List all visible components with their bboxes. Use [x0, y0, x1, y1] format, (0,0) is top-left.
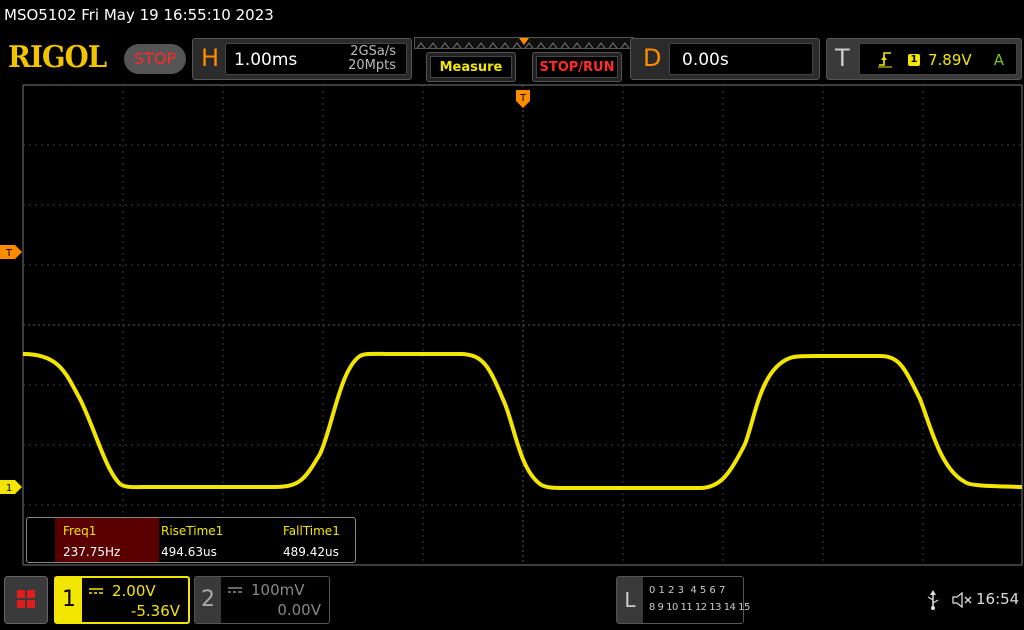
horizontal-letter: H: [201, 44, 220, 72]
measurement-value: 494.63us: [161, 545, 217, 559]
trigger-top-label: T: [519, 93, 527, 104]
measurement-value: 489.42us: [283, 545, 339, 559]
rigol-logo: RIGOL: [8, 40, 107, 75]
stop-run-button-label: STOP/RUN: [536, 56, 618, 78]
measurement-rise-time[interactable]: RiseTime1 494.63us: [153, 518, 273, 562]
horizontal-readout: 1.00ms 2GSa/s 20Mpts: [225, 43, 407, 75]
trigger-level-marker[interactable]: T: [0, 245, 22, 259]
dc-coupling-icon: [89, 588, 103, 594]
channel-1-panel[interactable]: 1 2.00V -5.36V: [54, 576, 190, 624]
timebase-value: 1.00ms: [234, 50, 298, 70]
usb-icon: [927, 590, 939, 610]
trigger-level: 7.89V: [928, 51, 972, 69]
delay-readout: 0.00s: [669, 43, 813, 75]
logic-channels-row-1: 0 1 2 3 4 5 6 7: [649, 585, 726, 596]
delay-panel[interactable]: D 0.00s: [630, 38, 820, 80]
trigger-readout: 1 7.89V A: [859, 43, 1017, 75]
trigger-position-top-marker: T: [516, 90, 530, 108]
trigger-letter: T: [835, 44, 850, 72]
channel-1-scale: 2.00V: [112, 582, 156, 600]
channel-2-number: 2: [195, 577, 221, 623]
measurement-freq[interactable]: Freq1 237.75Hz: [55, 518, 159, 562]
trigger-level-label: T: [5, 248, 13, 259]
measure-button-label: Measure: [430, 56, 512, 78]
measurement-name: FallTime1: [283, 524, 340, 538]
memory-position-strip: [414, 37, 634, 49]
dc-coupling-icon: [228, 587, 242, 593]
delay-value: 0.00s: [682, 50, 729, 70]
graticule-grid: [22, 84, 1023, 566]
channel-2-scale: 100mV: [251, 581, 305, 599]
ch1-ref-label: 1: [6, 483, 12, 494]
measurement-value: 237.75Hz: [63, 545, 121, 559]
channel-1-number: 1: [56, 578, 82, 622]
channel-1-offset: -5.36V: [130, 602, 180, 620]
measurement-name: RiseTime1: [161, 524, 224, 538]
waveform-display[interactable]: [0, 84, 1024, 568]
measurement-name: Freq1: [63, 524, 97, 538]
delay-letter: D: [643, 44, 662, 72]
logic-analyzer-panel[interactable]: L 0 1 2 3 4 5 6 7 8 9 10 11 12 13 14 15: [616, 576, 750, 624]
stop-run-button[interactable]: STOP/RUN: [532, 52, 622, 82]
acquisition-info: 2GSa/s 20Mpts: [348, 45, 396, 73]
horizontal-timebase-panel[interactable]: H 1.00ms 2GSa/s 20Mpts: [192, 38, 412, 80]
channel-2-offset: 0.00V: [277, 601, 321, 619]
memory-depth: 20Mpts: [348, 58, 396, 73]
system-clock: 16:54: [976, 590, 1020, 608]
trigger-source-badge: 1: [908, 54, 920, 66]
menu-button[interactable]: [4, 576, 48, 624]
trigger-position-marker: [519, 38, 529, 45]
measure-button[interactable]: Measure: [426, 52, 516, 82]
sample-rate: 2GSa/s: [350, 44, 396, 59]
trigger-panel[interactable]: T 1 7.89V A: [826, 38, 1022, 80]
measurement-panel[interactable]: Freq1 237.75Hz RiseTime1 494.63us FallTi…: [26, 517, 356, 563]
logic-channels-row-2: 8 9 10 11 12 13 14 15: [649, 602, 750, 613]
run-state-badge[interactable]: STOP: [124, 44, 186, 74]
speaker-muted-icon[interactable]: [952, 592, 972, 608]
rising-edge-icon: [878, 52, 892, 68]
ch1-reference-marker[interactable]: 1: [0, 480, 22, 494]
trigger-sweep-mode: A: [993, 51, 1004, 69]
device-title-line: MSO5102 Fri May 19 16:55:10 2023: [4, 6, 274, 24]
logic-analyzer-letter: L: [617, 577, 643, 623]
channel-2-panel[interactable]: 2 100mV 0.00V: [194, 576, 330, 624]
measurement-fall-time[interactable]: FallTime1 489.42us: [275, 518, 355, 562]
